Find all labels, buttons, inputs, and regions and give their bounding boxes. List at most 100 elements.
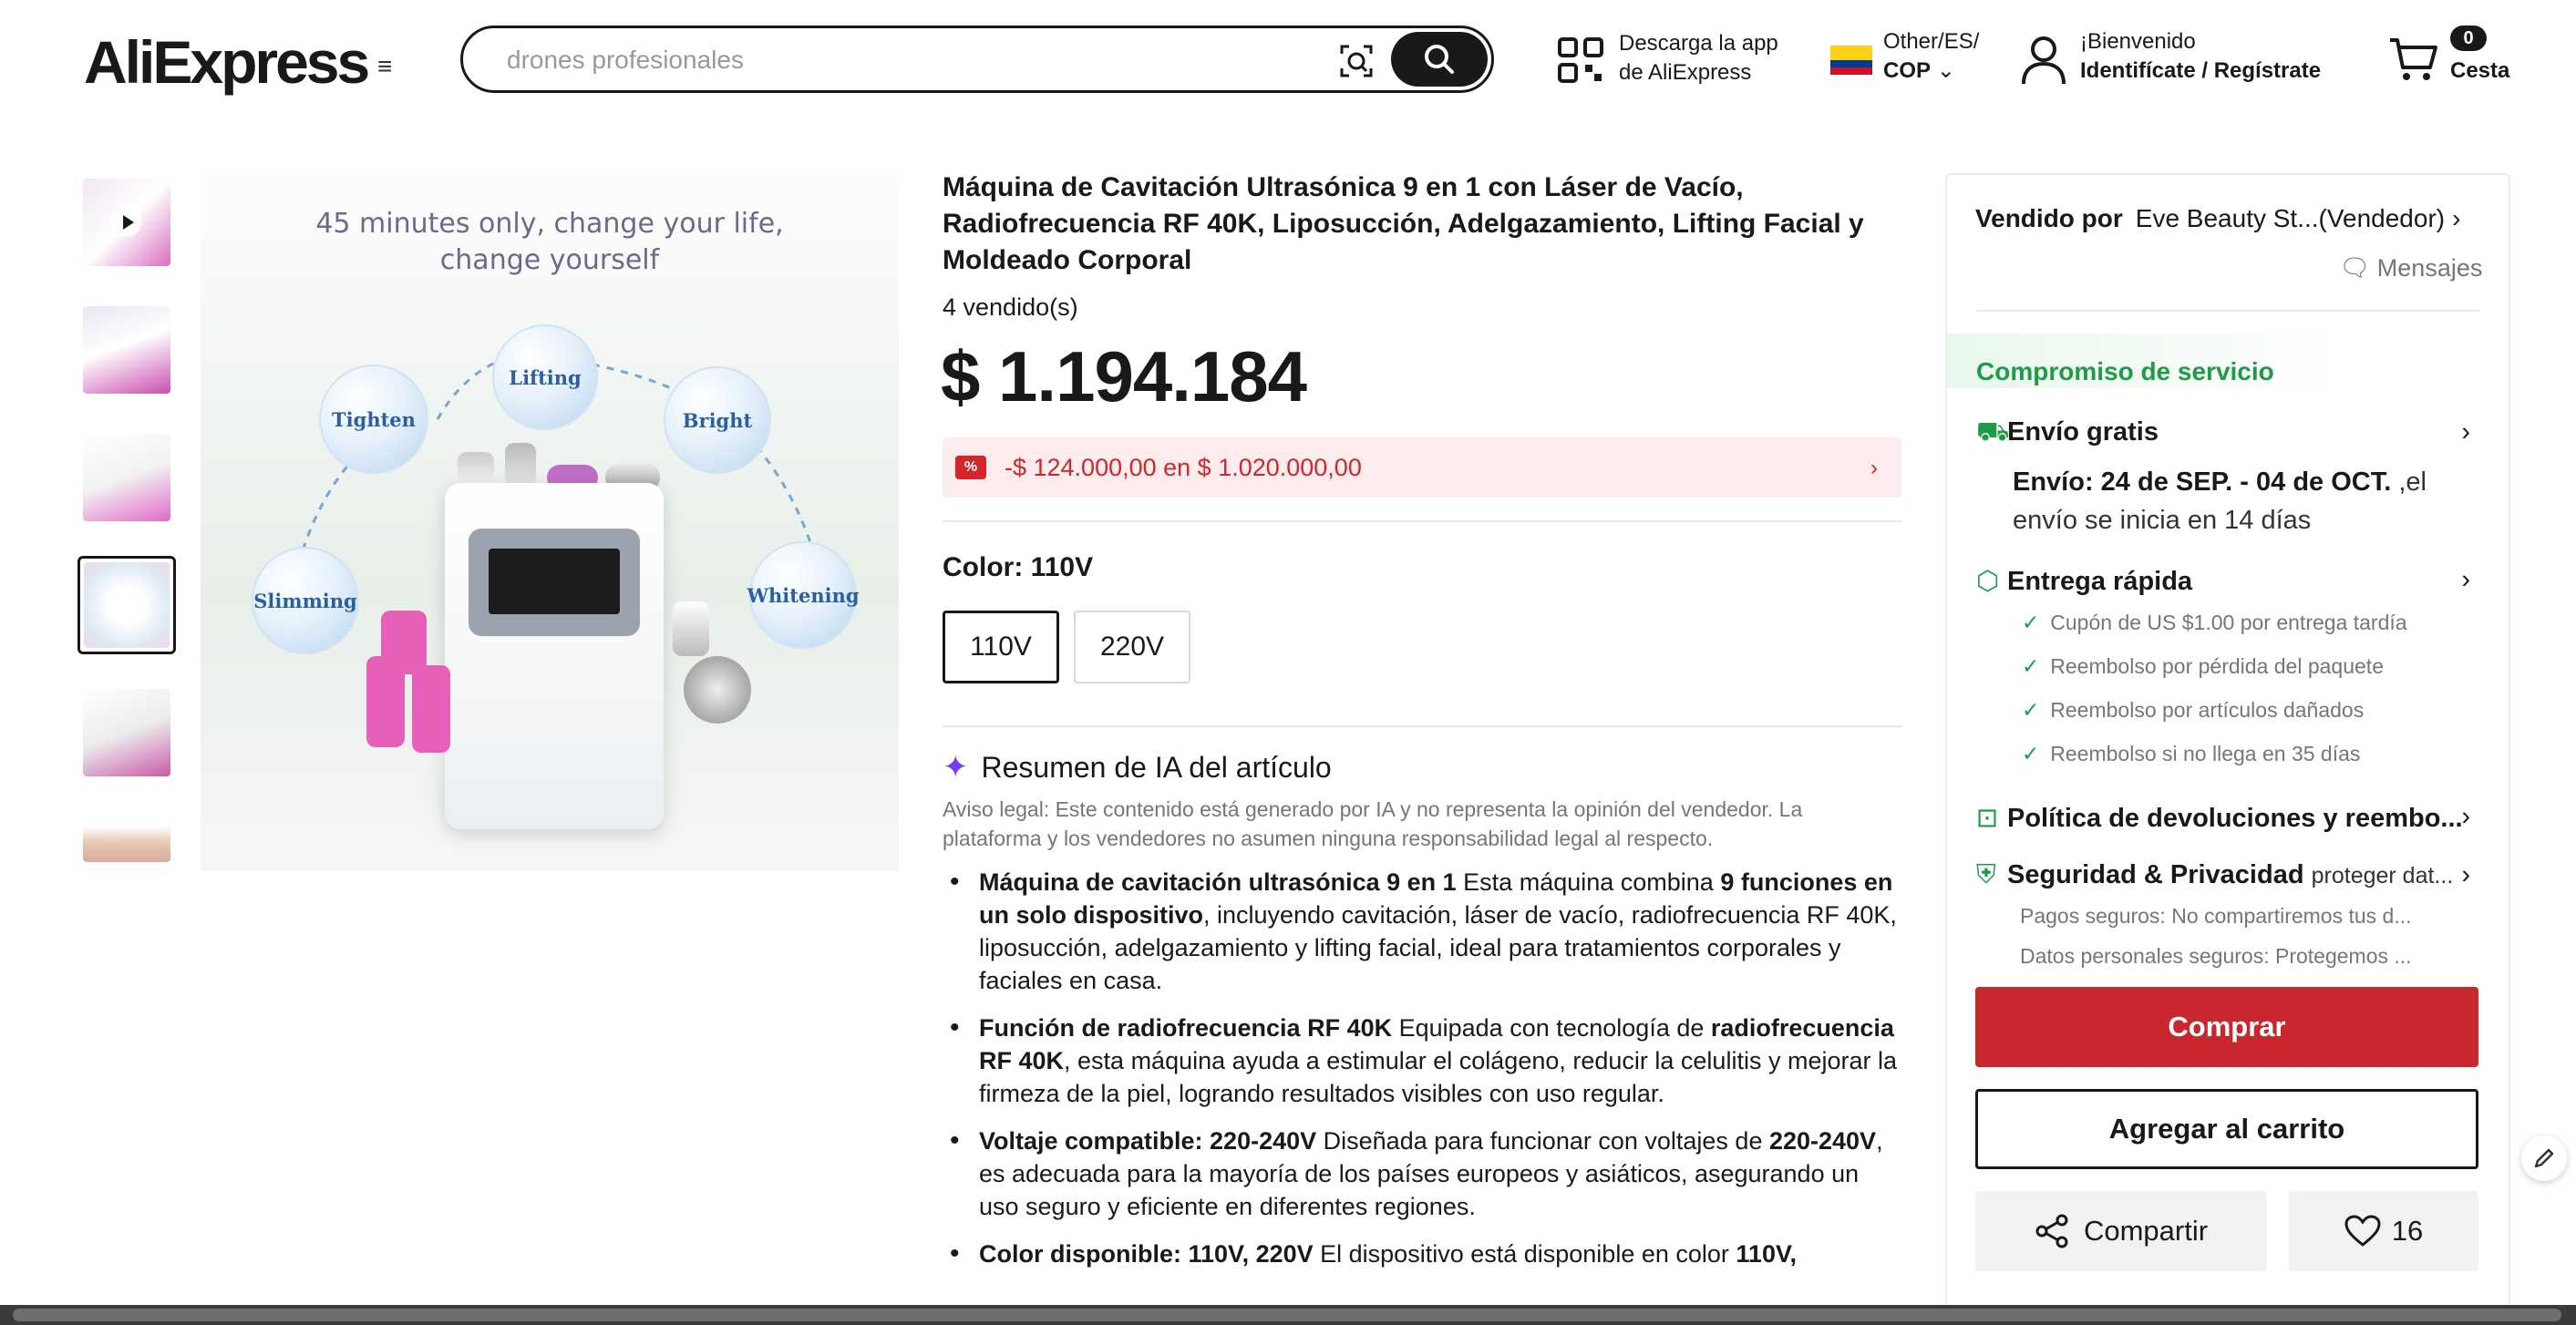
pencil-icon	[2534, 1148, 2554, 1168]
divider	[943, 520, 1901, 522]
app-download-link[interactable]: Descarga la app de AliExpress	[1619, 29, 1778, 87]
signin-link[interactable]: Identifícate / Regístrate	[2080, 58, 2321, 83]
list-item: Voltaje compatible: 220-240V Diseñada pa…	[943, 1125, 1901, 1223]
fast-delivery-row[interactable]: ⬡ Entrega rápida ›	[1976, 565, 2479, 597]
silver-handpiece	[673, 601, 709, 656]
guarantee-item: ✓ Reembolso por pérdida del paquete	[2022, 654, 2384, 678]
thumbnail-4-selected[interactable]	[77, 556, 176, 654]
scrollbar-thumb[interactable]	[13, 1309, 2561, 1321]
sold-count: 4 vendido(s)	[943, 293, 1078, 321]
option-110v[interactable]: 110V	[943, 611, 1059, 683]
ai-sparkle-icon: ✦	[943, 750, 969, 785]
wishlist-button[interactable]: 16	[2289, 1191, 2478, 1271]
bubble-slimming: Slimming	[252, 547, 359, 654]
thumbnail-2[interactable]	[77, 301, 176, 399]
service-commitment-heading: Compromiso de servicio	[1976, 357, 2274, 385]
ai-disclaimer: Aviso legal: Este contenido está generad…	[943, 797, 1803, 850]
region-label: Other/ES/	[1883, 29, 1980, 54]
thumbnail-5[interactable]	[77, 683, 176, 782]
app-download-line2: de AliExpress	[1619, 60, 1752, 85]
thumbnail-6[interactable]	[77, 811, 176, 866]
coupon-banner[interactable]: % -$ 124.000,00 en $ 1.020.000,00 ›	[943, 437, 1901, 498]
chevron-right-icon: ›	[1870, 456, 1878, 480]
chevron-right-icon: ›	[2461, 860, 2470, 889]
color-label: Color: 110V	[943, 552, 1094, 582]
divider	[943, 725, 1901, 727]
chevron-right-icon: ›	[2452, 204, 2461, 232]
add-to-cart-button[interactable]: Agregar al carrito	[1975, 1089, 2478, 1169]
check-icon: ✓	[2022, 698, 2040, 722]
return-box-icon: ⊡	[1976, 804, 1999, 833]
thumbnail-3[interactable]	[77, 428, 176, 527]
region-currency-selector[interactable]: Other/ES/ COP ⌄	[1883, 27, 1979, 86]
colombia-flag-icon	[1830, 46, 1872, 75]
wishlist-count: 16	[2391, 1215, 2424, 1247]
shipping-date: Envío: 24 de SEP. - 04 de OCT. ,el envío…	[2013, 467, 2427, 535]
account-link[interactable]: ¡Bienvenido Identifícate / Regístrate	[2080, 27, 2321, 86]
list-item: Función de radiofrecuencia RF 40K Equipa…	[943, 1012, 1901, 1110]
seller-link[interactable]: Vendido por Eve Beauty St...(Vendedor) ›	[1975, 204, 2460, 233]
silver-handpiece	[684, 656, 751, 724]
main-product-image[interactable]: 45 minutes only, change your life, chang…	[201, 173, 899, 871]
heart-icon	[2344, 1215, 2381, 1247]
user-icon[interactable]	[2020, 35, 2067, 86]
free-shipping-row[interactable]: ⛟Envío gratis ›	[1976, 417, 2479, 450]
cart-count-badge: 0	[2450, 26, 2487, 51]
coupon-icon: %	[955, 456, 986, 479]
chevron-down-icon: ⌄	[1936, 58, 1955, 83]
ai-summary-list: Máquina de cavitación ultrasónica 9 en 1…	[943, 866, 1901, 1285]
list-item: Color disponible: 110V, 220V El disposit…	[943, 1238, 1901, 1270]
search-button[interactable]	[1391, 32, 1488, 87]
feedback-edit-button[interactable]	[2521, 1135, 2567, 1181]
currency-label: COP	[1883, 58, 1932, 83]
buy-now-button[interactable]: Comprar	[1975, 987, 2478, 1067]
share-label: Compartir	[2083, 1215, 2209, 1247]
welcome-text: ¡Bienvenido	[2080, 29, 2196, 54]
guarantee-item: ✓ Cupón de US $1.00 por entrega tardía	[2022, 611, 2407, 634]
cart-label[interactable]: Cesta	[2450, 56, 2509, 86]
image-search-icon[interactable]	[1338, 43, 1375, 79]
pink-handpiece	[366, 656, 405, 747]
shield-clock-icon: ⬡	[1976, 567, 2000, 596]
machine-screen	[469, 529, 640, 636]
divider	[1976, 310, 2479, 312]
security-privacy-row[interactable]: ⛨ Seguridad & Privacidad proteger dat... …	[1976, 860, 2479, 890]
security-item: Datos personales seguros: Protegemos ...	[2020, 944, 2412, 968]
shield-check-icon: ⛨	[1976, 860, 1996, 889]
qr-code-icon[interactable]	[1557, 36, 1604, 84]
ai-summary-heading: ✦ Resumen de IA del artículo	[943, 750, 1332, 785]
site-header: AliExpress ≡ Descarga la app de AliExpre…	[0, 0, 2576, 128]
share-button[interactable]: Compartir	[1975, 1191, 2267, 1271]
security-item: Pagos seguros: No compartiremos tus d...	[2020, 904, 2412, 928]
seller-name[interactable]: Eve Beauty St...(Vendedor)	[2136, 204, 2445, 232]
option-220v[interactable]: 220V	[1074, 611, 1190, 683]
selected-color-value: 110V	[1030, 552, 1094, 582]
menu-icon[interactable]: ≡	[377, 54, 401, 79]
list-item: Máquina de cavitación ultrasónica 9 en 1…	[943, 866, 1901, 997]
pink-handpiece	[412, 665, 450, 753]
cart-icon[interactable]	[2388, 35, 2439, 82]
guarantee-item: ✓ Reembolso si no llega en 35 días	[2022, 742, 2361, 765]
bubble-whitening: Whitening	[747, 541, 860, 649]
share-icon	[2035, 1214, 2068, 1248]
check-icon: ✓	[2022, 742, 2040, 765]
guarantee-item: ✓ Reembolso por artículos dañados	[2022, 698, 2365, 722]
bubble-lifting: Lifting	[492, 324, 598, 430]
horizontal-scrollbar[interactable]	[0, 1305, 2576, 1325]
thumbnail-video[interactable]	[77, 173, 176, 272]
aliexpress-logo[interactable]: AliExpress	[84, 27, 370, 97]
coupon-text: -$ 124.000,00 en $ 1.020.000,00	[1005, 454, 1362, 481]
chevron-right-icon: ›	[2461, 802, 2470, 831]
play-icon	[112, 208, 141, 237]
sold-by-label: Vendido por	[1975, 204, 2123, 232]
check-icon: ✓	[2022, 654, 2040, 678]
messages-link[interactable]: 🗨 Mensajes	[2339, 253, 2482, 282]
chevron-right-icon: ›	[2461, 417, 2470, 447]
machine-device	[445, 483, 664, 829]
bubble-bright: Bright	[664, 366, 771, 474]
check-icon: ✓	[2022, 611, 2040, 634]
chevron-right-icon: ›	[2461, 565, 2470, 594]
search-input[interactable]	[507, 45, 1327, 76]
returns-policy-row[interactable]: ⊡ Política de devoluciones y reembo... ›	[1976, 802, 2479, 834]
product-price: $ 1.194.184	[941, 336, 1307, 416]
